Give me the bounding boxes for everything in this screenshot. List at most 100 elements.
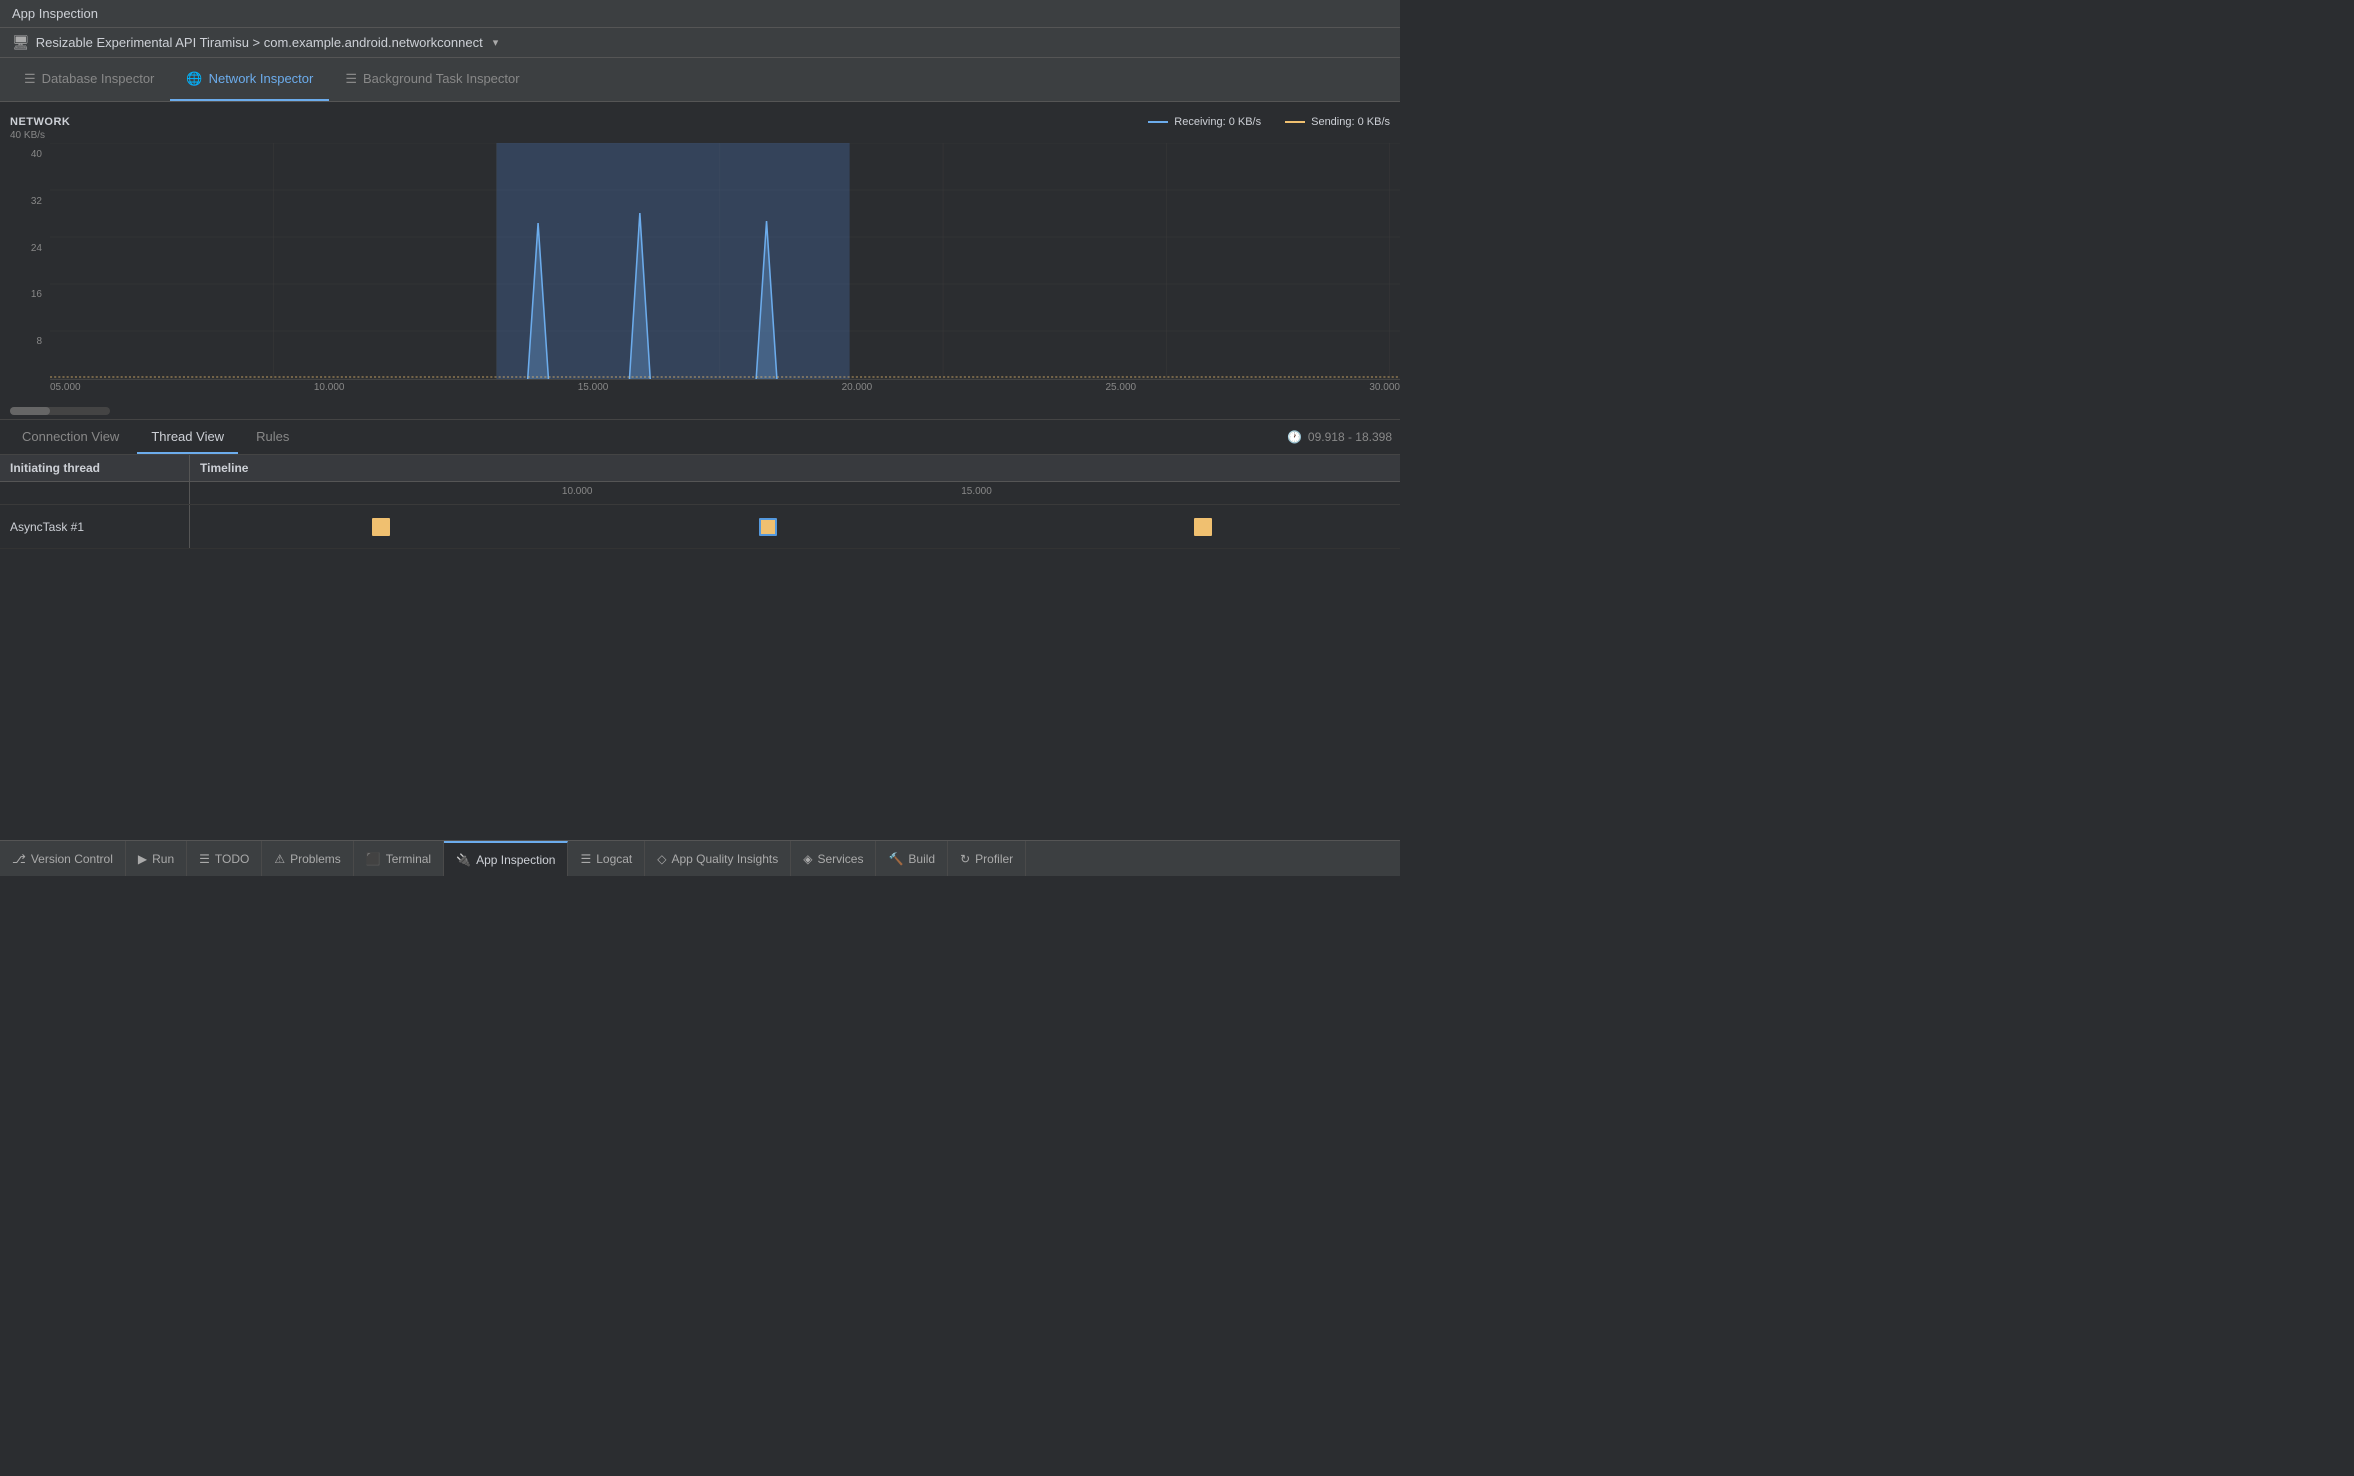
time-range: 🕐 09.918 - 18.398 (1287, 430, 1392, 444)
toolbar-logcat[interactable]: ☰ Logcat (568, 841, 645, 876)
toolbar-app-quality[interactable]: ◇ App Quality Insights (645, 841, 791, 876)
table-row: AsyncTask #1 (0, 505, 1400, 549)
separator (0, 102, 1400, 110)
profiler-icon: ↻ (960, 852, 970, 866)
chart-svg (50, 143, 1400, 379)
time-range-value: 09.918 - 18.398 (1308, 430, 1392, 444)
thread-table-header: Initiating thread Timeline (0, 455, 1400, 482)
title-bar-label: App Inspection (12, 6, 98, 21)
scrollbar-area (0, 403, 1400, 419)
subheader-timeline: 10.000 15.000 (190, 482, 1400, 504)
app-inspection-label: App Inspection (476, 853, 555, 867)
app-quality-label: App Quality Insights (671, 852, 778, 866)
scrollbar-track[interactable] (10, 407, 110, 415)
toolbar-todo[interactable]: ☰ TODO (187, 841, 262, 876)
chart-canvas[interactable]: 05.000 10.000 15.000 20.000 25.000 30.00… (50, 143, 1400, 403)
initiating-thread-header: Initiating thread (10, 461, 100, 475)
x-label-20: 20.000 (842, 382, 873, 393)
connection-view-label: Connection View (22, 429, 119, 444)
tab-background[interactable]: ☰ Background Task Inspector (329, 58, 535, 101)
x-label-15: 15.000 (578, 382, 609, 393)
run-label: Run (152, 852, 174, 866)
toolbar-profiler[interactable]: ↻ Profiler (948, 841, 1026, 876)
y-label-16: 16 (8, 289, 42, 300)
tab-rules[interactable]: Rules (242, 420, 303, 454)
services-icon: ◈ (803, 852, 812, 866)
bottom-toolbar: ⎇ Version Control ▶ Run ☰ TODO ⚠ Problem… (0, 840, 1400, 876)
toolbar-version-control[interactable]: ⎇ Version Control (0, 841, 126, 876)
title-bar: App Inspection (0, 0, 1400, 28)
y-label-32: 32 (8, 196, 42, 207)
toolbar-services[interactable]: ◈ Services (791, 841, 876, 876)
clock-icon: 🕐 (1287, 430, 1302, 444)
todo-label: TODO (215, 852, 249, 866)
chart-body: 40 32 24 16 8 (0, 143, 1400, 403)
toolbar-build[interactable]: 🔨 Build (876, 841, 948, 876)
x-axis: 05.000 10.000 15.000 20.000 25.000 30.00… (50, 379, 1400, 393)
receiving-line-icon (1148, 121, 1168, 123)
subheader-spacer (0, 482, 190, 504)
y-axis: 40 32 24 16 8 (0, 143, 50, 403)
problems-icon: ⚠ (274, 852, 285, 866)
background-tab-label: Background Task Inspector (363, 71, 520, 86)
task-block-3[interactable] (1194, 518, 1212, 536)
selection-highlight (497, 143, 850, 379)
scrollbar-thumb[interactable] (10, 407, 50, 415)
chart-header: NETWORK Receiving: 0 KB/s Sending: 0 KB/… (0, 110, 1400, 130)
thread-name-asynctask: AsyncTask #1 (0, 505, 190, 548)
chart-title: NETWORK (10, 116, 70, 128)
toolbar-terminal[interactable]: ⬛ Terminal (354, 841, 444, 876)
device-label: Resizable Experimental API Tiramisu > co… (36, 35, 483, 50)
task-block-2-selected[interactable] (759, 518, 777, 536)
y-label-24: 24 (8, 243, 42, 254)
network-tab-icon: 🌐 (186, 71, 202, 87)
services-label: Services (817, 852, 863, 866)
tab-thread-view[interactable]: Thread View (137, 420, 238, 454)
database-tab-label: Database Inspector (42, 71, 155, 86)
network-tab-label: Network Inspector (209, 71, 314, 86)
tick-15000: 15.000 (961, 486, 992, 497)
version-control-icon: ⎇ (12, 852, 26, 866)
terminal-label: Terminal (386, 852, 431, 866)
todo-icon: ☰ (199, 852, 210, 866)
toolbar-app-inspection[interactable]: 🔌 App Inspection (444, 841, 568, 876)
x-label-5: 05.000 (50, 382, 81, 393)
task-block-1[interactable] (372, 518, 390, 536)
asynctask-label: AsyncTask #1 (10, 520, 84, 534)
y-axis-top-label: 40 KB/s (0, 130, 1400, 141)
profiler-label: Profiler (975, 852, 1013, 866)
x-label-10: 10.000 (314, 382, 345, 393)
legend-receiving: Receiving: 0 KB/s (1148, 116, 1261, 128)
app-inspection-icon: 🔌 (456, 853, 471, 867)
tick-10000: 10.000 (562, 486, 593, 497)
logcat-icon: ☰ (580, 852, 591, 866)
problems-label: Problems (290, 852, 341, 866)
build-label: Build (908, 852, 935, 866)
chart-legend: Receiving: 0 KB/s Sending: 0 KB/s (1148, 116, 1390, 128)
tab-network[interactable]: 🌐 Network Inspector (170, 58, 329, 101)
y-label-8: 8 (8, 336, 42, 347)
tab-database[interactable]: ☰ Database Inspector (8, 58, 170, 101)
receiving-label: Receiving: 0 KB/s (1174, 116, 1261, 128)
run-icon: ▶ (138, 852, 147, 866)
col-timeline: Timeline (190, 455, 1400, 481)
chart-section: NETWORK Receiving: 0 KB/s Sending: 0 KB/… (0, 110, 1400, 419)
sending-line-icon (1285, 121, 1305, 123)
legend-sending: Sending: 0 KB/s (1285, 116, 1390, 128)
chevron-down-icon[interactable]: ▾ (493, 36, 499, 49)
toolbar-problems[interactable]: ⚠ Problems (262, 841, 353, 876)
sending-label: Sending: 0 KB/s (1311, 116, 1390, 128)
device-icon: 🖥 (12, 34, 30, 51)
database-tab-icon: ☰ (24, 71, 36, 87)
x-label-25: 25.000 (1106, 382, 1137, 393)
timeline-header: Timeline (200, 461, 248, 475)
version-control-label: Version Control (31, 852, 113, 866)
toolbar-run[interactable]: ▶ Run (126, 841, 187, 876)
thread-timeline-asynctask[interactable] (190, 505, 1400, 548)
background-tab-icon: ☰ (345, 71, 357, 87)
thread-view-label: Thread View (151, 429, 224, 444)
app-quality-icon: ◇ (657, 852, 666, 866)
thread-table: Initiating thread Timeline 10.000 15.000… (0, 455, 1400, 840)
y-label-40: 40 (8, 149, 42, 160)
tab-connection-view[interactable]: Connection View (8, 420, 133, 454)
